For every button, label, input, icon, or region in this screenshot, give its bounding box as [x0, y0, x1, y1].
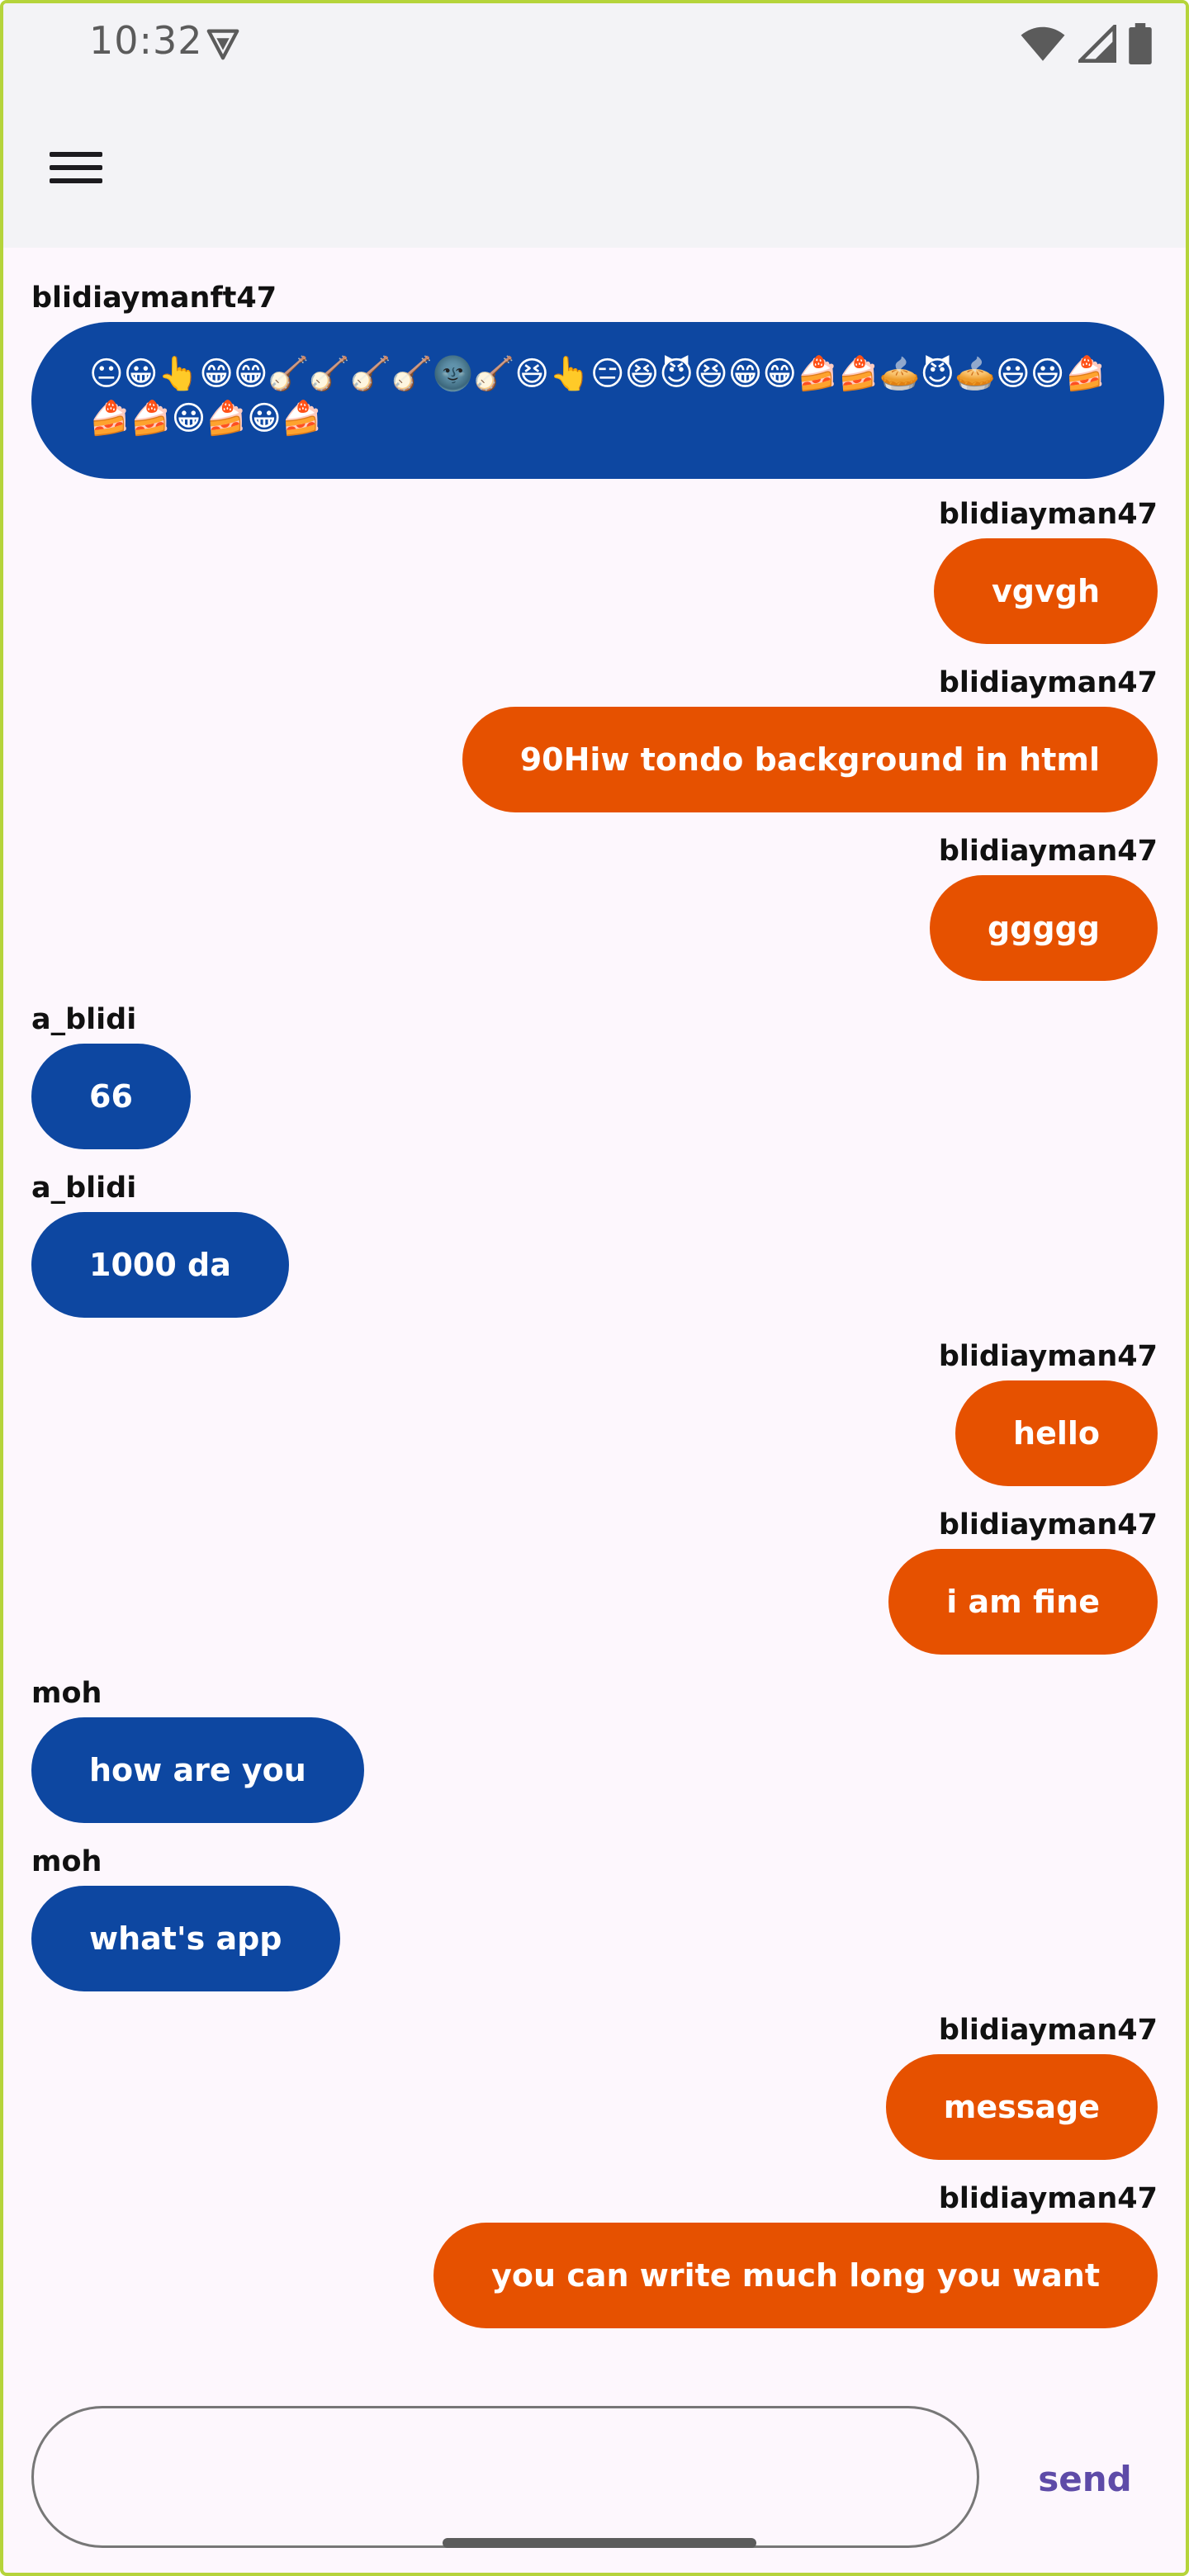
- status-bar: 10:32: [3, 3, 1186, 86]
- message-sender: a_blidi: [31, 1172, 137, 1205]
- message-sender: blidiayman47: [938, 666, 1158, 699]
- list-item: blidiayman47 i am fine: [888, 1506, 1158, 1655]
- list-item: blidiayman47 you can write much long you…: [433, 2180, 1158, 2328]
- home-indicator[interactable]: [443, 2538, 756, 2548]
- message-bubble[interactable]: what's app: [31, 1886, 340, 1991]
- list-item: blidiayman47 message: [885, 2011, 1158, 2160]
- send-button[interactable]: send: [1011, 2439, 1159, 2518]
- message-sender: blidiaymanft47: [31, 282, 277, 315]
- list-item: blidiayman47 ggggg: [929, 832, 1158, 981]
- message-sender: blidiayman47: [938, 1340, 1158, 1373]
- message-sender: blidiayman47: [938, 2014, 1158, 2047]
- message-sender: blidiayman47: [938, 835, 1158, 868]
- message-input[interactable]: [34, 2408, 977, 2545]
- cellular-signal-icon: [1078, 25, 1116, 63]
- status-icons: [1019, 23, 1153, 64]
- message-bubble[interactable]: 😐😀👆😁😁🪕🪕🪕🪕🌚🪕😆👆😑😆😈😆😁😁🍰🍰🥧😈🥧😃😃🍰🍰🍰😀🍰😀🍰: [31, 322, 1164, 479]
- vpn-icon: [206, 29, 239, 60]
- message-sender: blidiayman47: [938, 2182, 1158, 2215]
- message-bubble[interactable]: how are you: [31, 1717, 364, 1823]
- message-bubble[interactable]: i am fine: [888, 1549, 1158, 1655]
- list-item: blidiayman47 hello: [939, 1338, 1158, 1486]
- message-bubble[interactable]: you can write much long you want: [433, 2223, 1158, 2328]
- list-item: moh what's app: [31, 1843, 340, 1991]
- message-sender: blidiayman47: [938, 1508, 1158, 1541]
- status-time: 10:32: [89, 18, 203, 63]
- message-sender: a_blidi: [31, 1003, 137, 1036]
- list-item: blidiayman47 90Hiw tondo background in h…: [462, 664, 1158, 812]
- list-item: moh how are you: [31, 1674, 364, 1823]
- message-bubble[interactable]: message: [885, 2054, 1158, 2160]
- wifi-icon: [1021, 26, 1065, 61]
- message-bubble[interactable]: 90Hiw tondo background in html: [462, 707, 1158, 812]
- battery-icon: [1129, 23, 1152, 64]
- message-bubble[interactable]: ggggg: [929, 875, 1158, 981]
- app-frame: 10:32 blidiaymanft47 😐😀👆😁😁🪕🪕🪕🪕🌚🪕😆👆😑😆😈😆😁😁…: [0, 0, 1189, 2576]
- top-app-bar: [3, 86, 1186, 248]
- message-list[interactable]: blidiaymanft47 😐😀👆😁😁🪕🪕🪕🪕🌚🪕😆👆😑😆😈😆😁😁🍰🍰🥧😈🥧😃…: [3, 248, 1186, 2345]
- message-input-container: [31, 2406, 979, 2548]
- message-bubble[interactable]: 66: [31, 1044, 191, 1149]
- menu-line: [50, 152, 102, 157]
- message-bubble[interactable]: hello: [955, 1380, 1158, 1486]
- message-bubble[interactable]: 1000 da: [31, 1212, 289, 1318]
- message-sender: blidiayman47: [938, 498, 1158, 531]
- list-item: a_blidi 1000 da: [31, 1169, 289, 1318]
- list-item: blidiayman47 vgvgh: [934, 495, 1158, 644]
- message-sender: moh: [31, 1677, 102, 1710]
- list-item: blidiaymanft47 😐😀👆😁😁🪕🪕🪕🪕🌚🪕😆👆😑😆😈😆😁😁🍰🍰🥧😈🥧😃…: [31, 279, 1164, 479]
- hamburger-menu-icon[interactable]: [50, 139, 116, 197]
- menu-line: [50, 165, 102, 170]
- menu-line: [50, 178, 102, 183]
- list-item: a_blidi 66: [31, 1001, 191, 1149]
- message-bubble[interactable]: vgvgh: [934, 538, 1158, 644]
- message-sender: moh: [31, 1845, 102, 1878]
